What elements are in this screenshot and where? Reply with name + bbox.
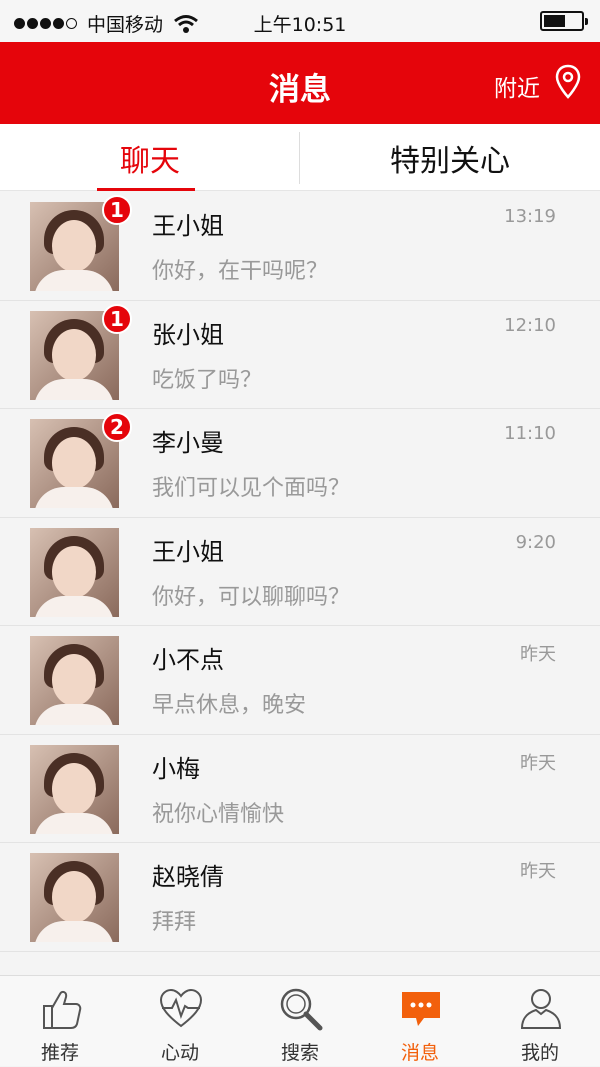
contact-name: 张小姐 bbox=[152, 320, 224, 349]
avatar[interactable] bbox=[30, 636, 119, 725]
avatar[interactable] bbox=[30, 853, 119, 942]
nav-bar: 消息 附近 bbox=[0, 42, 600, 124]
battery-icon bbox=[540, 11, 588, 31]
heartbeat-icon bbox=[159, 988, 203, 1028]
tab-special-care[interactable]: 特别关心 bbox=[300, 124, 600, 191]
contact-name: 李小曼 bbox=[152, 429, 224, 457]
message-preview: 早点休息，晚安 bbox=[152, 693, 307, 718]
tab-chat[interactable]: 聊天 bbox=[0, 124, 300, 191]
contact-name: 王小姐 bbox=[152, 537, 224, 566]
message-preview: 我们可以见个面吗？ bbox=[152, 476, 351, 501]
search-icon bbox=[280, 988, 323, 1031]
bottom-tab-profile[interactable]: 我的 bbox=[480, 976, 600, 1067]
tab-bar: 聊天 特别关心 bbox=[0, 124, 600, 191]
bottom-tab-search[interactable]: 搜索 bbox=[240, 976, 360, 1067]
nearby-button[interactable]: 附近 bbox=[494, 69, 540, 103]
message-preview: 祝你心情愉快 bbox=[152, 801, 285, 827]
message-row[interactable]: 1 张小姐 吃饭了吗？ 12:10 bbox=[0, 300, 600, 409]
bottom-tab-recommend[interactable]: 推荐 bbox=[0, 976, 120, 1067]
avatar[interactable] bbox=[30, 527, 119, 617]
unread-badge: 2 bbox=[102, 412, 132, 442]
message-list: 1 王小姐 你好，在干吗呢？ 13:19 1 张小姐 吃饭了吗？ 12:10 2… bbox=[0, 192, 600, 952]
message-row[interactable]: 2 李小曼 我们可以见个面吗？ 11:10 bbox=[0, 409, 600, 518]
message-row[interactable]: 王小姐 你好，可以聊聊吗？ 9:20 bbox=[0, 517, 600, 626]
contact-name: 小不点 bbox=[152, 646, 224, 674]
bottom-tab-label: 搜索 bbox=[280, 1042, 319, 1064]
message-time: 9:20 bbox=[515, 531, 556, 553]
battery-fill bbox=[544, 15, 565, 27]
message-row[interactable]: 1 王小姐 你好，在干吗呢？ 13:19 bbox=[0, 192, 600, 301]
contact-name: 小梅 bbox=[152, 754, 200, 783]
message-preview: 吃饭了吗？ bbox=[152, 367, 263, 393]
message-time: 昨天 bbox=[520, 861, 556, 882]
active-tab-indicator bbox=[97, 188, 195, 191]
thumbs-up-icon bbox=[43, 990, 82, 1029]
bottom-tab-heartbeat[interactable]: 心动 bbox=[120, 976, 240, 1067]
contact-name: 王小姐 bbox=[152, 212, 224, 240]
chat-bubble-icon bbox=[402, 992, 440, 1026]
message-preview: 你好，可以聊聊吗？ bbox=[152, 584, 351, 610]
location-pin-icon[interactable] bbox=[554, 64, 582, 100]
status-bar: 中国移动 上午10:51 bbox=[0, 0, 600, 42]
message-preview: 拜拜 bbox=[152, 910, 197, 935]
bottom-nav-bar: 推荐 心动 搜索 消息 我的 bbox=[0, 975, 600, 1066]
status-time: 上午10:51 bbox=[253, 14, 347, 36]
bottom-tab-label: 消息 bbox=[400, 1042, 439, 1064]
message-preview: 你好，在干吗呢？ bbox=[152, 259, 329, 284]
bottom-tab-messages[interactable]: 消息 bbox=[360, 976, 480, 1067]
message-time: 昨天 bbox=[520, 644, 556, 665]
bottom-tab-label: 我的 bbox=[520, 1042, 559, 1064]
message-time: 11:10 bbox=[504, 423, 556, 444]
unread-badge: 1 bbox=[102, 195, 132, 225]
user-icon bbox=[520, 989, 562, 1029]
unread-badge: 1 bbox=[102, 303, 132, 334]
bottom-tab-label: 心动 bbox=[160, 1042, 199, 1064]
message-row[interactable]: 小不点 早点休息，晚安 昨天 bbox=[0, 626, 600, 735]
message-time: 昨天 bbox=[520, 752, 556, 774]
message-row[interactable]: 小梅 祝你心情愉快 昨天 bbox=[0, 734, 600, 843]
avatar[interactable] bbox=[30, 744, 119, 834]
contact-name: 赵晓倩 bbox=[152, 863, 224, 891]
bottom-tab-label: 推荐 bbox=[40, 1042, 79, 1064]
message-row[interactable]: 赵晓倩 拜拜 昨天 bbox=[0, 843, 600, 952]
message-time: 12:10 bbox=[504, 314, 556, 336]
message-time: 13:19 bbox=[504, 206, 556, 227]
